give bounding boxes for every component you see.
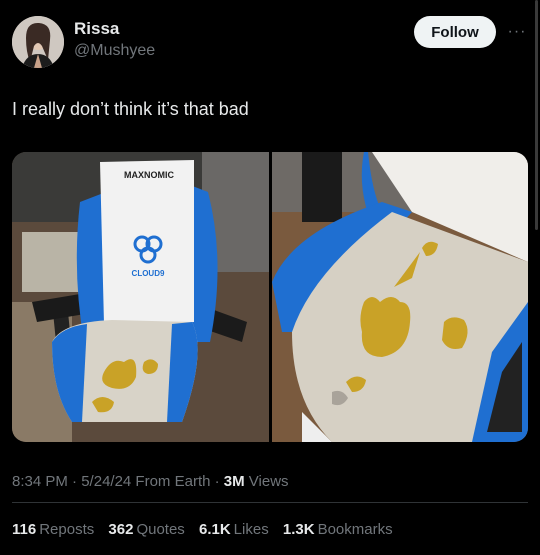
views-count: 3M [223,473,245,490]
views-label: Views [244,473,289,490]
chair-photo-front[interactable]: MAXNOMIC CLOUD9 [12,152,269,442]
scrollbar[interactable] [535,0,538,230]
meta-separator: · [210,473,224,490]
tweet-header: Rissa @Mushyee Follow ··· [12,12,528,68]
display-name[interactable]: Rissa [74,18,155,40]
tweet-text: I really don’t think it’s that bad [12,99,249,119]
likes-label: Likes [233,521,269,538]
tweet-date[interactable]: 5/24/24 [81,473,131,490]
reposts-stat[interactable]: 116 Reposts [12,521,94,538]
tweet-time[interactable]: 8:34 PM [12,473,68,490]
avatar[interactable] [12,16,64,68]
chair-brand-label: MAXNOMIC [124,170,174,180]
avatar-image [12,16,64,68]
tweet-source: From Earth [131,473,211,490]
quotes-count: 362 [108,521,134,538]
likes-count: 6.1K [198,521,231,538]
reposts-label: Reposts [39,521,95,538]
engagement-stats: 116 Reposts 362 Quotes 6.1K Likes 1.3K Bookm… [12,520,403,540]
divider [12,502,528,503]
tweet: Rissa @Mushyee Follow ··· I really don’t… [0,0,540,555]
likes-stat[interactable]: 6.1K Likes [199,521,269,538]
more-icon[interactable]: ··· [506,22,528,42]
author-names: Rissa @Mushyee [74,18,155,62]
handle[interactable]: @Mushyee [74,40,155,62]
bookmarks-count: 1.3K [282,521,315,538]
bookmarks-stat[interactable]: 1.3K Bookmarks [283,521,393,538]
follow-button[interactable]: Follow [414,16,496,48]
meta-separator: · [67,473,82,490]
tweet-meta: 8:34 PM · 5/24/24 From Earth · 3M Views [12,472,289,492]
chair-logo-label: CLOUD9 [132,269,165,278]
chair-photo-closeup[interactable] [272,152,528,442]
media-grid: MAXNOMIC CLOUD9 [12,152,528,442]
bookmarks-label: Bookmarks [317,521,393,538]
quotes-stat[interactable]: 362 Quotes [108,521,184,538]
reposts-count: 116 [12,521,37,538]
quotes-label: Quotes [136,521,185,538]
